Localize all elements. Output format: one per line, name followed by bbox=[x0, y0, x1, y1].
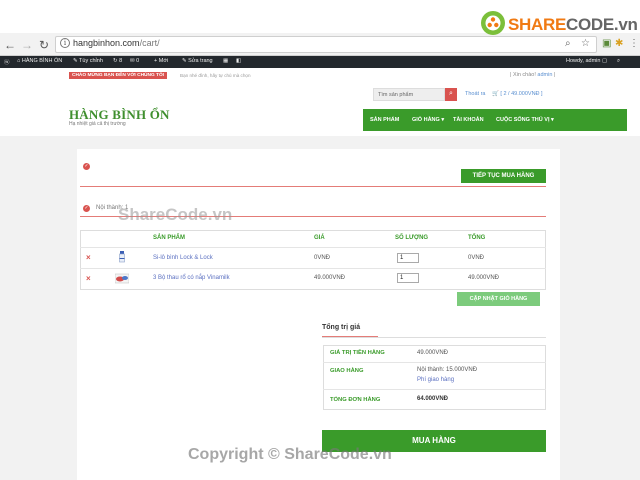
product-subtotal: 0VNĐ bbox=[468, 255, 485, 261]
subtotal-label: GIÁ TRỊ TIỀN HÀNG bbox=[330, 350, 385, 356]
sharecode-logo-icon bbox=[480, 10, 506, 38]
extension-icon[interactable]: ▣ bbox=[602, 38, 611, 49]
column-header-total: TỔNG bbox=[468, 235, 486, 241]
admin-search-icon[interactable]: ⌕ bbox=[617, 58, 620, 65]
bookmark-star-icon[interactable]: ☆ bbox=[581, 38, 590, 49]
promo-subtext: Bạn nhé đình, hãy tự chủ mà chọn bbox=[180, 73, 251, 78]
row-divider bbox=[80, 247, 546, 248]
product-price: 49.000VNĐ bbox=[314, 275, 346, 281]
row-divider bbox=[323, 389, 546, 390]
admin-new[interactable]: + Mới bbox=[154, 58, 168, 64]
totals-title-underline bbox=[322, 336, 378, 337]
wordpress-icon[interactable]: ⓦ bbox=[4, 58, 10, 66]
notice-divider bbox=[80, 186, 546, 187]
quantity-input[interactable]: 1 bbox=[397, 273, 419, 283]
search-button[interactable]: ⌕ bbox=[445, 88, 457, 101]
search-icon: ⌕ bbox=[449, 90, 453, 97]
mini-cart[interactable]: 🛒 [ 2 / 49.000VNĐ ] bbox=[492, 91, 543, 97]
column-header-price: GIÁ bbox=[314, 235, 325, 241]
address-url[interactable]: hangbinhon.com/cart/ bbox=[73, 38, 160, 48]
shipping-calculator-link[interactable]: Phí giao hàng bbox=[417, 377, 454, 383]
logout-link[interactable]: Thoát ra bbox=[465, 91, 485, 97]
update-cart-button[interactable]: CẬP NHẬT GIỎ HÀNG bbox=[457, 292, 540, 306]
nav-lifestyle[interactable]: CUỘC SỐNG THÚ VỊ ▾ bbox=[496, 117, 554, 123]
subtotal-value: 49.000VNĐ bbox=[417, 350, 449, 356]
admin-icon-b[interactable]: ◧ bbox=[236, 58, 241, 64]
forward-icon[interactable]: → bbox=[20, 38, 34, 52]
column-header-quantity: SỐ LƯỢNG bbox=[395, 235, 429, 241]
admin-updates[interactable]: ↻ 8 bbox=[113, 58, 122, 64]
quantity-input[interactable]: 1 bbox=[397, 253, 419, 263]
promo-banner: CHÀO MỪNG BẠN ĐẾN VỚI CHÚNG TÔI bbox=[69, 72, 168, 79]
sharecode-logo-text: SHARECODE.vn bbox=[508, 15, 638, 34]
shipping-value: Nội thành: 15.000VNĐ bbox=[417, 367, 478, 373]
shipping-label: GIAO HÀNG bbox=[330, 368, 364, 374]
admin-icon-a[interactable]: ▦ bbox=[223, 58, 228, 64]
row-divider bbox=[80, 268, 546, 269]
cart-icon: 🛒 bbox=[492, 91, 499, 97]
reload-icon[interactable]: ↻ bbox=[37, 38, 51, 52]
notice-check-icon: ✓ bbox=[83, 163, 90, 170]
watermark-middle: ShareCode.vn bbox=[118, 205, 233, 224]
product-subtotal: 49.000VNĐ bbox=[468, 275, 500, 281]
product-price: 0VNĐ bbox=[314, 255, 331, 261]
extension-gear-icon[interactable]: ✱ bbox=[615, 38, 623, 49]
admin-howdy[interactable]: Howdy, admin ▢ bbox=[566, 58, 607, 64]
admin-customize[interactable]: ✎ Tùy chỉnh bbox=[73, 58, 103, 64]
totals-divider bbox=[322, 337, 546, 338]
site-tagline: Hạ nhiệt giá cả thị trường bbox=[69, 121, 126, 127]
menu-icon[interactable]: ⋮ bbox=[629, 38, 639, 49]
product-thumbnail[interactable] bbox=[114, 272, 130, 284]
product-thumbnail[interactable] bbox=[117, 251, 127, 263]
product-name-link[interactable]: Si-lô bình Lock & Lock bbox=[153, 255, 213, 261]
info-icon[interactable]: i bbox=[60, 38, 70, 48]
back-icon[interactable]: ← bbox=[3, 38, 17, 52]
remove-item-icon[interactable]: × bbox=[86, 274, 91, 283]
search-input[interactable]: Tìm sản phẩm bbox=[373, 88, 445, 101]
remove-item-icon[interactable]: × bbox=[86, 253, 91, 262]
zoom-icon[interactable]: ⌕ bbox=[565, 38, 571, 49]
cart-totals-title: Tổng trị giá bbox=[322, 324, 361, 331]
order-total-value: 64.000VNĐ bbox=[417, 396, 449, 402]
row-divider bbox=[323, 362, 546, 363]
column-header-product: SẢN PHẨM bbox=[153, 235, 186, 241]
main-nav bbox=[363, 109, 627, 131]
welcome-user-link[interactable]: admin bbox=[537, 72, 552, 78]
product-name-link[interactable]: 3 Bộ thau rổ có nắp Vinamilk bbox=[153, 275, 230, 281]
nav-account[interactable]: TÀI KHOẢN bbox=[453, 117, 484, 123]
admin-comments[interactable]: ✉ 0 bbox=[130, 58, 139, 64]
notice2-check-icon: ✓ bbox=[83, 205, 90, 212]
admin-site-name[interactable]: ⌂ HÀNG BÌNH ỔN bbox=[17, 58, 62, 64]
nav-cart[interactable]: GIỎ HÀNG ▾ bbox=[412, 117, 444, 123]
nav-products[interactable]: SẢN PHẨM bbox=[370, 117, 399, 123]
continue-shopping-button[interactable]: TIẾP TỤC MUA HÀNG bbox=[461, 169, 546, 183]
order-total-label: TỔNG ĐƠN HÀNG bbox=[330, 397, 381, 403]
admin-edit-page[interactable]: ✎ Sửa trang bbox=[182, 58, 213, 64]
welcome-text: | Xin chào! admin | bbox=[510, 72, 556, 78]
watermark-copyright: Copyright © ShareCode.vn bbox=[188, 446, 392, 463]
